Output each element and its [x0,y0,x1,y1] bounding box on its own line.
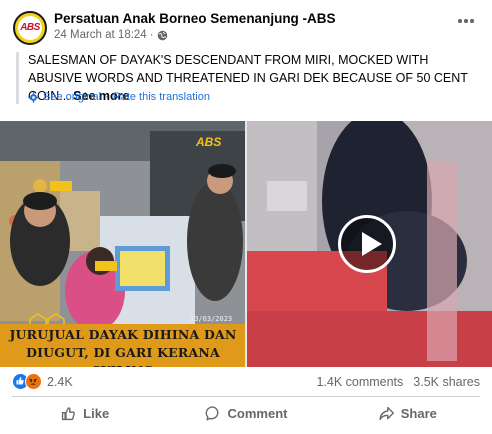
play-video-button[interactable] [338,215,396,273]
translation-quote-bar [16,52,19,104]
post-card: ABS Persatuan Anak Borneo Semenanjung -A… [0,0,492,434]
reaction-summary[interactable]: 2.4K [12,373,73,390]
gear-icon [28,91,39,103]
headline-banner-text: JURUJUAL DAYAK DIHINA DAN DIUGUT, DI GAR… [4,326,242,367]
abs-watermark: ABS [196,135,222,149]
angry-icon [25,373,42,390]
comment-bubble-icon [205,405,218,421]
comments-count-link[interactable]: 1.4K comments [316,375,403,389]
avatar-logo: ABS [20,22,40,33]
page-avatar[interactable]: ABS [13,11,47,45]
dot-icon [458,19,462,23]
reaction-count: 2.4K [47,374,73,389]
share-arrow-icon [379,406,394,420]
engagement-stats: 1.4K comments 3.5K shares [316,375,480,389]
share-label: Share [400,405,437,421]
post-media[interactable]: ABS 23/03/2023 17:... JURUJUAL DAYAK DIH… [0,121,492,367]
banner-line-2: DIUGUT, DI GARI KERANA SYILING [26,345,220,367]
share-button[interactable]: Share [327,399,488,427]
globe-icon [157,30,167,40]
image-thumbnail[interactable]: ABS 23/03/2023 17:... JURUJUAL DAYAK DIH… [0,121,245,367]
translation-separator: · [105,91,109,103]
comment-button[interactable]: Comment [165,399,326,427]
page-name-link[interactable]: Persatuan Anak Borneo Semenanjung -ABS [54,11,336,26]
post-date[interactable]: 24 March at 18:24 [54,29,147,41]
like-label: Like [83,405,110,421]
thumbs-up-icon [62,406,76,420]
see-original-link[interactable]: See original [43,91,101,103]
dot-icon [470,19,474,23]
shares-count-link[interactable]: 3.5K shares [413,375,480,389]
meta-separator: · [149,29,154,41]
comment-label: Comment [227,405,288,421]
actions-divider [12,396,480,397]
rate-translation-link[interactable]: Rate this translation [113,91,210,103]
banner-line-1: JURUJUAL DAYAK DIHINA DAN [9,327,237,342]
more-options-button[interactable] [456,14,476,28]
like-button[interactable]: Like [4,399,165,427]
dot-icon [464,19,468,23]
post-actions: Like Comment Share [4,399,488,427]
post-meta: 24 March at 18:24 · [54,29,168,41]
translation-row: See original · Rate this translation [28,91,210,103]
